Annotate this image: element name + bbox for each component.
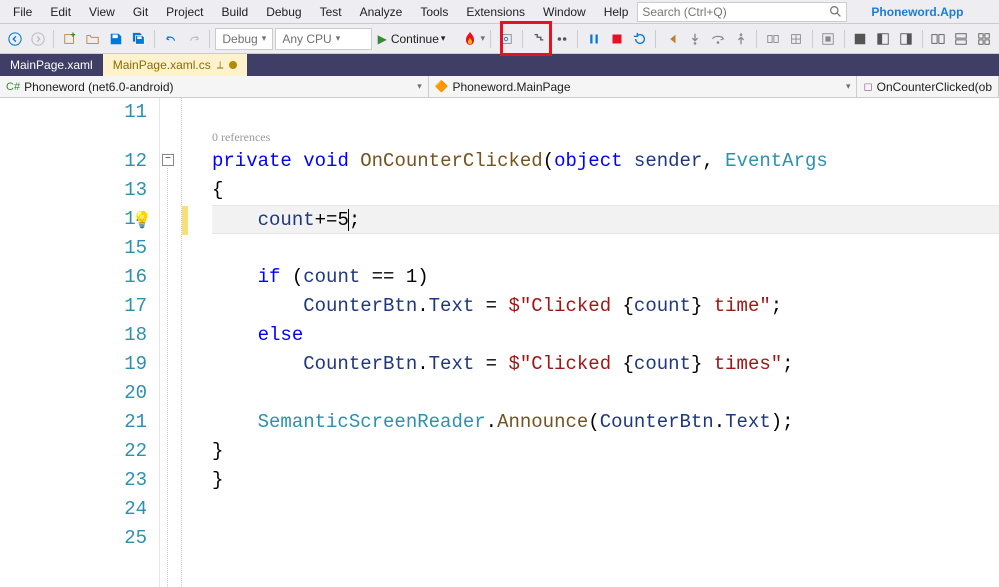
dock-6-button[interactable] — [974, 28, 995, 50]
toolbar-separator — [756, 30, 757, 48]
code-navigation-bar: C# Phoneword (net6.0-android) ▾ 🔶 Phonew… — [0, 76, 999, 98]
process-button[interactable] — [762, 28, 783, 50]
menu-git[interactable]: Git — [124, 3, 157, 21]
code-line[interactable]: count+=5; — [212, 205, 999, 234]
toolbar-separator — [655, 30, 656, 48]
outline-column: − — [160, 98, 182, 587]
nav-class-dropdown[interactable]: 🔶 Phoneword.MainPage ▾ — [429, 76, 858, 97]
code-line[interactable]: { — [212, 176, 999, 205]
dirty-indicator-icon — [229, 61, 237, 69]
dock-2-button[interactable] — [873, 28, 894, 50]
step-over-button[interactable] — [707, 28, 728, 50]
step-out-button[interactable] — [730, 28, 751, 50]
search-input[interactable] — [642, 5, 829, 19]
menu-edit[interactable]: Edit — [41, 3, 80, 21]
method-icon: ◻ — [863, 80, 872, 93]
code-line[interactable]: else — [212, 321, 999, 350]
browser-link-button[interactable] — [496, 28, 517, 50]
csharp-project-icon: C# — [6, 81, 20, 93]
class-icon: 🔶 — [435, 80, 449, 93]
save-button[interactable] — [105, 28, 126, 50]
step-into-button[interactable] — [684, 28, 705, 50]
redo-button[interactable] — [183, 28, 204, 50]
code-line[interactable]: if (count == 1) — [212, 263, 999, 292]
code-line[interactable]: private void OnCounterClicked(object sen… — [212, 147, 999, 176]
toolbar-separator — [922, 30, 923, 48]
tab-mainpage-xaml[interactable]: MainPage.xaml — [0, 54, 103, 76]
code-line[interactable] — [212, 524, 999, 553]
menu-debug[interactable]: Debug — [257, 3, 310, 21]
restart-button[interactable] — [629, 28, 650, 50]
breakpoints-button[interactable] — [551, 28, 572, 50]
code-area[interactable]: 0 referencesprivate void OnCounterClicke… — [190, 98, 999, 587]
code-line[interactable] — [212, 379, 999, 408]
change-marker-column — [182, 98, 190, 587]
code-line[interactable]: CounterBtn.Text = $"Clicked {count} time… — [212, 350, 999, 379]
pause-button[interactable] — [583, 28, 604, 50]
nav-project-dropdown[interactable]: C# Phoneword (net6.0-android) ▾ — [0, 76, 429, 97]
hot-reload-button[interactable] — [459, 28, 480, 50]
menubar: File Edit View Git Project Build Debug T… — [0, 0, 999, 24]
unsaved-change-marker — [182, 206, 188, 235]
play-icon: ▶ — [378, 32, 387, 46]
dock-1-button[interactable] — [849, 28, 870, 50]
forward-button[interactable] — [27, 28, 48, 50]
toolbar-separator — [209, 30, 210, 48]
search-icon — [829, 5, 842, 18]
codelens-references[interactable]: 0 references — [212, 127, 999, 147]
document-tabs: MainPage.xaml MainPage.xaml.cs ⟂ — [0, 54, 999, 76]
next-statement-button[interactable] — [661, 28, 682, 50]
undo-button[interactable] — [160, 28, 181, 50]
toolbar-separator — [844, 30, 845, 48]
toolbar-separator — [522, 30, 523, 48]
toolbar-separator — [53, 30, 54, 48]
stop-button[interactable] — [606, 28, 627, 50]
toolbar-separator — [812, 30, 813, 48]
menu-project[interactable]: Project — [157, 3, 212, 21]
platform-dropdown[interactable]: Any CPU▾ — [275, 28, 371, 50]
step-button[interactable] — [528, 28, 549, 50]
menu-file[interactable]: File — [4, 3, 41, 21]
continue-button[interactable]: ▶ Continue ▾ — [374, 28, 450, 50]
code-line[interactable] — [212, 234, 999, 263]
menu-window[interactable]: Window — [534, 3, 595, 21]
menu-view[interactable]: View — [80, 3, 124, 21]
live-visual-tree-button[interactable] — [817, 28, 838, 50]
code-line[interactable]: SemanticScreenReader.Announce(CounterBtn… — [212, 408, 999, 437]
thread-button[interactable] — [785, 28, 806, 50]
toolbar-separator — [577, 30, 578, 48]
toolbar: Debug▾ Any CPU▾ ▶ Continue ▾ ▾ — [0, 24, 999, 54]
new-item-button[interactable] — [59, 28, 80, 50]
open-button[interactable] — [82, 28, 103, 50]
lightbulb-icon[interactable]: 💡 — [132, 210, 152, 230]
menu-extensions[interactable]: Extensions — [457, 3, 534, 21]
toolbar-separator — [490, 30, 491, 48]
pin-icon[interactable]: ⟂ — [217, 60, 224, 71]
menu-help[interactable]: Help — [595, 3, 638, 21]
toolbar-separator — [154, 30, 155, 48]
code-line[interactable] — [212, 495, 999, 524]
code-line[interactable]: } — [212, 466, 999, 495]
menu-build[interactable]: Build — [213, 3, 258, 21]
nav-member-dropdown[interactable]: ◻ OnCounterClicked(ob — [857, 76, 999, 97]
menu-test[interactable]: Test — [311, 3, 351, 21]
menu-tools[interactable]: Tools — [411, 3, 457, 21]
startup-project-label[interactable]: Phoneword.App — [859, 3, 975, 21]
menu-analyze[interactable]: Analyze — [351, 3, 412, 21]
code-line[interactable]: CounterBtn.Text = $"Clicked {count} time… — [212, 292, 999, 321]
line-number-gutter: 11 12 13 14 15 16 17 18 19 20 21 22 23 2… — [0, 98, 160, 587]
code-line[interactable]: } — [212, 437, 999, 466]
tab-mainpage-xaml-cs[interactable]: MainPage.xaml.cs ⟂ — [103, 54, 248, 76]
code-editor[interactable]: 11 12 13 14 15 16 17 18 19 20 21 22 23 2… — [0, 98, 999, 587]
save-all-button[interactable] — [128, 28, 149, 50]
dock-5-button[interactable] — [951, 28, 972, 50]
fold-toggle[interactable]: − — [162, 154, 174, 166]
dock-4-button[interactable] — [928, 28, 949, 50]
dock-3-button[interactable] — [896, 28, 917, 50]
quick-search[interactable] — [637, 2, 847, 22]
config-dropdown[interactable]: Debug▾ — [215, 28, 273, 50]
back-button[interactable] — [4, 28, 25, 50]
